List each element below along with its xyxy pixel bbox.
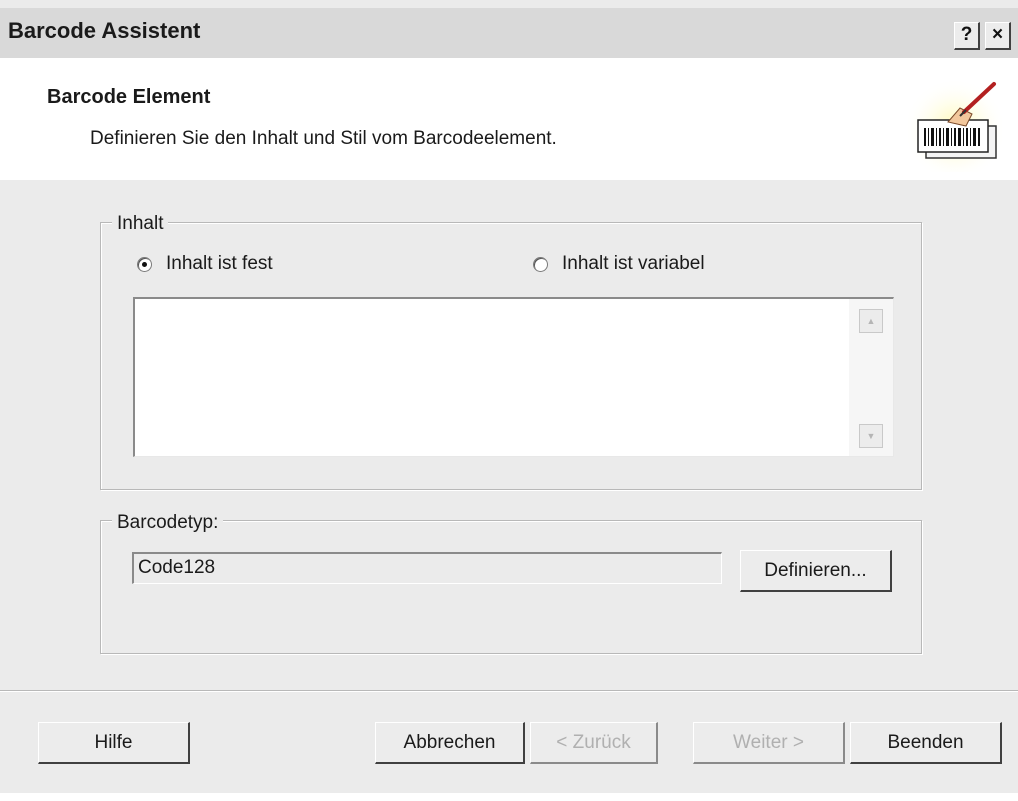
scroll-down-arrow-icon[interactable]: ▼ [859,424,883,448]
radio-unchecked-icon[interactable] [533,256,548,272]
title-bar: Barcode Assistent ? × [0,8,1018,58]
window-title: Barcode Assistent [8,18,201,43]
content-textarea[interactable]: ▲ ▼ [133,297,894,457]
help-title-button[interactable]: ? [954,22,980,50]
bottom-edge [0,793,1018,801]
barcode-wizard-dialog: Barcode Assistent ? × Barcode Element De… [0,0,1018,801]
content-group-label: Inhalt [112,213,169,235]
page-title: Barcode Element [47,86,211,108]
page-subtitle: Definieren Sie den Inhalt und Stil vom B… [90,128,557,149]
barcode-wizard-icon [908,78,1002,172]
radio-content-variable[interactable]: Inhalt ist variabel [533,253,705,275]
radio-content-fixed-label: Inhalt ist fest [166,253,273,274]
back-button[interactable]: < Zurück [530,722,658,764]
next-button[interactable]: Weiter > [693,722,845,764]
radio-content-variable-label: Inhalt ist variabel [562,253,705,274]
close-button[interactable]: × [985,22,1011,50]
scroll-up-arrow-icon[interactable]: ▲ [859,309,883,333]
radio-content-fixed[interactable]: Inhalt ist fest [137,253,273,275]
barcode-type-field: Code128 [132,552,722,584]
textarea-scrollbar[interactable]: ▲ ▼ [849,299,893,456]
help-button[interactable]: Hilfe [38,722,190,764]
barcode-type-group-label: Barcodetyp: [112,512,224,534]
footer-separator [0,690,1018,692]
wizard-header: Barcode Element Definieren Sie den Inhal… [0,58,1018,180]
define-barcode-button[interactable]: Definieren... [740,550,892,592]
radio-checked-icon[interactable] [137,256,152,272]
cancel-button[interactable]: Abbrechen [375,722,525,764]
finish-button[interactable]: Beenden [850,722,1002,764]
